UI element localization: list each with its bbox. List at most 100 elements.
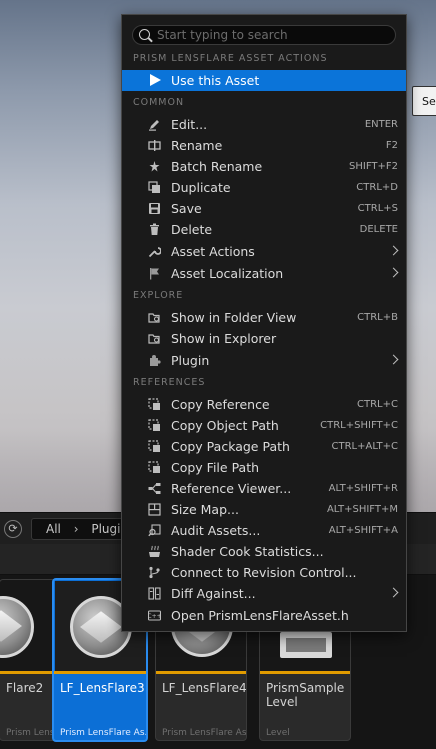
menu-item-size-map[interactable]: Size Map... ALT+SHIFT+M xyxy=(122,499,406,520)
pencil-icon xyxy=(149,120,159,131)
play-icon xyxy=(150,74,161,86)
menu-item-save[interactable]: Save CTRL+S xyxy=(122,198,406,219)
asset-name: Flare2 xyxy=(6,681,44,695)
menu-search xyxy=(132,25,396,45)
branch-icon xyxy=(149,566,160,579)
menu-item-shader-cook-statistics[interactable]: Shader Cook Statistics... xyxy=(122,541,406,562)
menu-item-shortcut: ALT+SHIFT+R xyxy=(328,483,398,494)
copy-icon xyxy=(148,461,160,473)
menu-item-connect-revision-control[interactable]: Connect to Revision Control... xyxy=(122,562,406,583)
asset-type-bar xyxy=(156,671,246,674)
menu-item-show-in-explorer[interactable]: Show in Explorer xyxy=(122,328,406,349)
menu-item-copy-reference[interactable]: Copy Reference CTRL+C xyxy=(122,394,406,415)
search-input[interactable] xyxy=(157,26,387,44)
reference-viewer-icon xyxy=(148,483,161,494)
menu-item-audit-assets[interactable]: Audit Assets... ALT+SHIFT+A xyxy=(122,520,406,541)
menu-item-label: Reference Viewer... xyxy=(171,481,292,496)
menu-item-delete[interactable]: Delete DELETE xyxy=(122,219,406,240)
menu-item-label: Show in Folder View xyxy=(171,310,297,325)
submenu-arrow-icon xyxy=(388,587,399,598)
menu-item-copy-file-path[interactable]: Copy File Path xyxy=(122,457,406,478)
menu-item-label: Copy Package Path xyxy=(171,439,290,454)
breadcrumb-chevron-icon: › xyxy=(73,522,79,536)
menu-item-shortcut: CTRL+C xyxy=(357,399,398,410)
diff-icon xyxy=(148,587,161,600)
section-references: REFERENCES xyxy=(133,377,206,388)
menu-item-reference-viewer[interactable]: Reference Viewer... ALT+SHIFT+R xyxy=(122,478,406,499)
flag-icon xyxy=(150,268,159,280)
history-icon[interactable]: ⟳ xyxy=(4,520,22,538)
menu-item-shortcut: DELETE xyxy=(359,224,398,235)
submenu-arrow-icon xyxy=(388,245,399,256)
copy-icon xyxy=(148,440,160,452)
size-map-icon xyxy=(148,503,161,516)
menu-item-shortcut: F2 xyxy=(385,140,398,151)
menu-item-label: Shader Cook Statistics... xyxy=(171,544,324,559)
menu-item-rename[interactable]: Rename F2 xyxy=(122,135,406,156)
menu-item-duplicate[interactable]: Duplicate CTRL+D xyxy=(122,177,406,198)
menu-item-label: Size Map... xyxy=(171,502,239,517)
menu-item-use-this-asset[interactable]: Use this Asset xyxy=(122,70,406,91)
menu-item-shortcut: SHIFT+F2 xyxy=(349,161,398,172)
menu-item-label: Edit... xyxy=(171,117,208,132)
menu-item-asset-actions[interactable]: Asset Actions xyxy=(122,241,406,262)
menu-item-shortcut: ALT+SHIFT+M xyxy=(326,504,398,515)
asset-type-bar xyxy=(260,671,350,674)
breadcrumb-all[interactable]: All xyxy=(46,519,61,539)
save-icon xyxy=(149,203,160,214)
section-common: COMMON xyxy=(133,97,185,108)
menu-item-shortcut: CTRL+S xyxy=(357,203,398,214)
menu-item-label: Copy File Path xyxy=(171,460,260,475)
menu-item-plugin[interactable]: Plugin xyxy=(122,350,406,371)
menu-item-label: Delete xyxy=(171,222,213,237)
menu-item-label: Copy Reference xyxy=(171,397,270,412)
wrench-icon xyxy=(148,247,161,258)
menu-item-label: Connect to Revision Control... xyxy=(171,565,357,580)
menu-item-shortcut: CTRL+B xyxy=(357,312,398,323)
menu-item-copy-package-path[interactable]: Copy Package Path CTRL+ALT+C xyxy=(122,436,406,457)
asset-type-bar xyxy=(54,671,146,674)
menu-item-asset-localization[interactable]: Asset Localization xyxy=(122,263,406,284)
section-asset-actions: PRISM LENSFLARE ASSET ACTIONS xyxy=(133,53,328,64)
menu-item-label: Rename xyxy=(171,138,223,153)
plugin-icon xyxy=(150,355,161,366)
trash-icon xyxy=(150,223,159,235)
menu-item-batch-rename[interactable]: Batch Rename SHIFT+F2 xyxy=(122,156,406,177)
menu-item-open-header[interactable]: C++ Open PrismLensFlareAsset.h xyxy=(122,605,406,626)
tooltip-text: Set xyxy=(422,95,436,108)
audit-icon xyxy=(148,524,161,537)
cpp-file-icon: C++ xyxy=(148,610,161,621)
asset-type: Prism LensFlare As... xyxy=(60,728,148,738)
menu-item-shortcut: ENTER xyxy=(364,119,398,130)
duplicate-icon xyxy=(148,181,160,193)
menu-item-label: Copy Object Path xyxy=(171,418,279,433)
menu-item-copy-object-path[interactable]: Copy Object Path CTRL+SHIFT+C xyxy=(122,415,406,436)
asset-name: LF_LensFlare4 xyxy=(162,681,247,695)
batch-rename-icon xyxy=(149,161,160,172)
menu-item-shortcut: ALT+SHIFT+A xyxy=(328,525,398,536)
folder-search-icon xyxy=(148,313,160,323)
menu-item-label: Save xyxy=(171,201,202,216)
folder-search-icon xyxy=(148,334,160,344)
menu-item-shortcut: CTRL+SHIFT+C xyxy=(320,420,398,431)
copy-icon xyxy=(148,398,160,410)
menu-item-show-in-folder-view[interactable]: Show in Folder View CTRL+B xyxy=(122,307,406,328)
menu-item-label: Batch Rename xyxy=(171,159,263,174)
menu-item-label: Show in Explorer xyxy=(171,331,277,346)
asset-type: Prism LensFlare As... xyxy=(162,728,247,738)
menu-item-edit[interactable]: Edit... ENTER xyxy=(122,114,406,135)
rename-icon xyxy=(148,140,161,151)
copy-icon xyxy=(148,419,160,431)
set-tooltip: Set xyxy=(412,86,436,116)
menu-item-shortcut: CTRL+D xyxy=(356,182,398,193)
menu-item-diff-against[interactable]: Diff Against... xyxy=(122,583,406,604)
menu-item-label: Open PrismLensFlareAsset.h xyxy=(171,608,349,623)
asset-name: PrismSample Level xyxy=(266,681,345,709)
submenu-arrow-icon xyxy=(388,267,399,278)
breadcrumb: All › Plugi xyxy=(31,518,131,540)
menu-item-label: Audit Assets... xyxy=(171,523,261,538)
asset-name: LF_LensFlare3 xyxy=(60,681,145,695)
asset-type: Level xyxy=(266,728,290,738)
menu-item-shortcut: CTRL+ALT+C xyxy=(331,441,399,452)
breadcrumb-plugins[interactable]: Plugi xyxy=(91,519,120,539)
